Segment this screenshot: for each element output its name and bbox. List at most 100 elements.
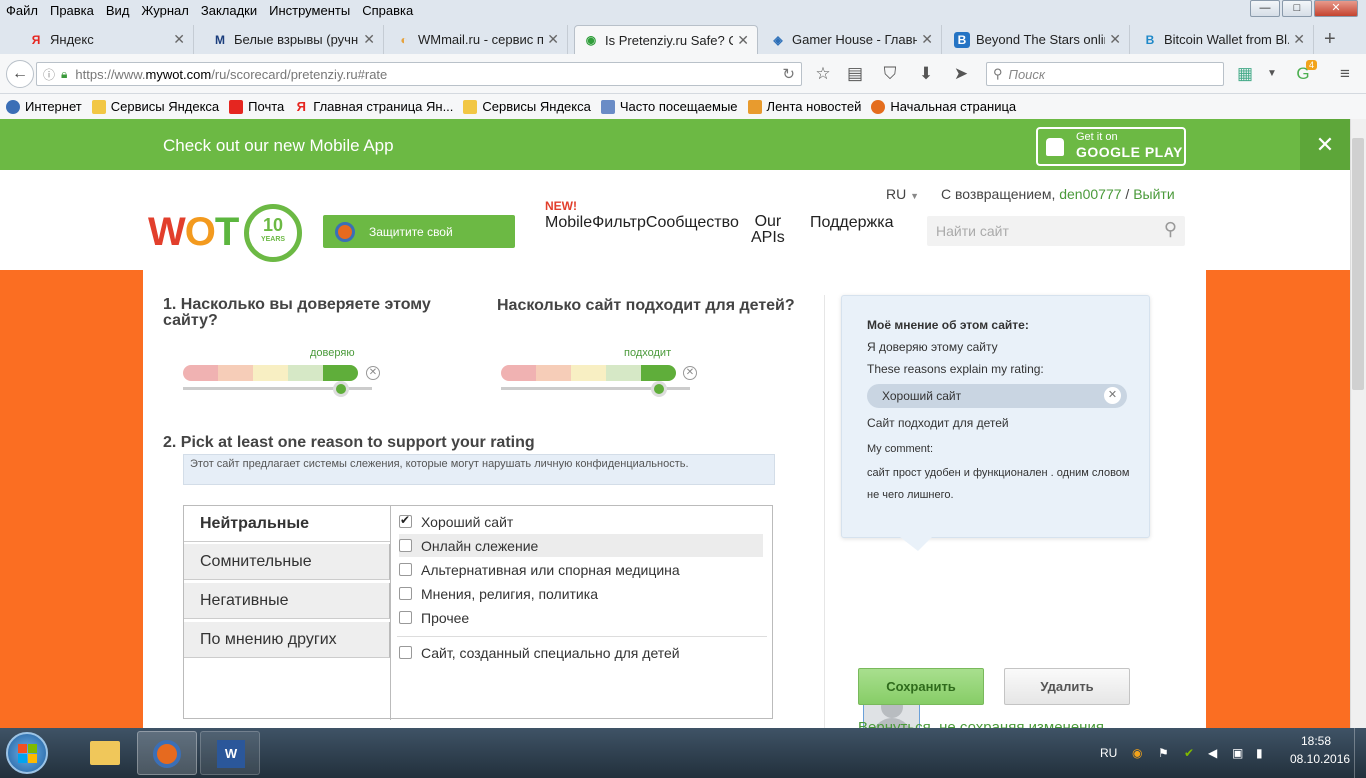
nav-support[interactable]: Поддержка <box>810 214 893 232</box>
close-window-button[interactable]: ✕ <box>1314 0 1358 17</box>
url-bar[interactable]: ⓘ 🔒︎ https://www. mywot.com/ru/scorecard/… <box>36 62 802 86</box>
child-seg-excellent[interactable] <box>641 365 676 381</box>
username-link[interactable]: den00777 <box>1059 186 1121 202</box>
reason-kids-site[interactable]: Сайт, созданный специально для детей <box>399 641 763 664</box>
tab-bitcoin-wallet[interactable]: B Bitcoin Wallet from Bl... ✕ <box>1134 25 1314 54</box>
bookmark-yandex-services[interactable]: Сервисы Яндекса <box>91 99 219 114</box>
show-desktop-button[interactable] <box>1354 728 1366 778</box>
clear-child-icon[interactable]: ✕ <box>683 366 697 380</box>
remove-tag-icon[interactable]: ✕ <box>1104 387 1121 404</box>
bookmark-star-icon[interactable]: ☆ <box>813 64 833 84</box>
clear-trust-icon[interactable]: ✕ <box>366 366 380 380</box>
tab-yandex[interactable]: Я Яндекс ✕ <box>20 25 194 54</box>
device-icon[interactable]: ▣ <box>1232 746 1243 760</box>
wot-logo[interactable]: WOT <box>148 210 239 255</box>
scrollbar-thumb[interactable] <box>1352 138 1364 390</box>
child-seg-very-poor[interactable] <box>501 365 536 381</box>
extension-icon[interactable]: ▦ <box>1235 64 1255 84</box>
category-others-opinion[interactable]: По мнению других <box>184 622 390 658</box>
nav-community[interactable]: Сообщество <box>646 214 739 231</box>
checkbox[interactable] <box>399 646 412 659</box>
close-tab-icon[interactable]: ✕ <box>173 31 185 48</box>
child-seg-unsatisfactory[interactable] <box>571 365 606 381</box>
back-arrow-icon[interactable]: ← <box>6 60 34 88</box>
child-rating-bar[interactable] <box>501 365 676 381</box>
hamburger-menu-icon[interactable]: ≡ <box>1335 64 1355 84</box>
network-icon[interactable]: ▮ <box>1256 746 1263 760</box>
search-icon[interactable]: ⚲ <box>1164 219 1177 240</box>
reason-alternative-medicine[interactable]: Альтернативная или спорная медицина <box>399 558 763 581</box>
protect-button[interactable]: Защитите свой <box>323 215 515 248</box>
save-button[interactable]: Сохранить <box>858 668 984 705</box>
tab-pretenziy-active[interactable]: ◉ Is Pretenziy.ru Safe? C... ✕ <box>574 25 758 54</box>
reason-other[interactable]: Прочее <box>399 606 763 629</box>
category-neutral[interactable]: Нейтральные <box>184 506 390 542</box>
close-tab-icon[interactable]: ✕ <box>1109 31 1121 48</box>
reason-good-site[interactable]: Хороший сайт <box>399 510 763 533</box>
new-tab-icon[interactable]: + <box>1324 28 1336 51</box>
bookmark-internet[interactable]: Интернет <box>6 99 82 114</box>
close-tab-icon[interactable]: ✕ <box>737 32 749 49</box>
category-negative[interactable]: Негативные <box>184 583 390 619</box>
clock[interactable]: 18:58 08.10.2016 <box>1290 734 1350 766</box>
close-promo-button[interactable]: ✕ <box>1300 119 1350 170</box>
menu-file[interactable]: Файл <box>0 3 44 18</box>
checkbox[interactable] <box>399 539 412 552</box>
minimize-button[interactable]: — <box>1250 0 1280 17</box>
delete-button[interactable]: Удалить <box>1004 668 1130 705</box>
tab-white-explosions[interactable]: M Белые взрывы (ручн... ✕ <box>204 25 384 54</box>
child-slider-handle[interactable] <box>651 381 667 397</box>
google-play-button[interactable]: Get it on GOOGLE PLAY <box>1036 127 1186 166</box>
start-button[interactable] <box>6 732 48 774</box>
close-tab-icon[interactable]: ✕ <box>547 31 559 48</box>
info-icon[interactable]: ⓘ <box>43 66 55 83</box>
site-search-input[interactable]: Найти сайт ⚲ <box>927 216 1185 246</box>
menu-history[interactable]: Журнал <box>135 3 194 18</box>
checkbox[interactable] <box>399 611 412 624</box>
dropdown-arrow-icon[interactable]: ▼ <box>1262 64 1282 84</box>
download-icon[interactable]: ⬇ <box>916 64 936 84</box>
action-center-icon[interactable]: ⚑ <box>1158 746 1169 760</box>
tab-beyond-the-stars[interactable]: B Beyond The Stars online ✕ <box>946 25 1130 54</box>
bookmark-mail[interactable]: Почта <box>229 99 284 114</box>
child-seg-good[interactable] <box>606 365 641 381</box>
trust-seg-good[interactable] <box>288 365 323 381</box>
reason-online-tracking[interactable]: Онлайн слежение <box>399 534 763 557</box>
trust-seg-poor[interactable] <box>218 365 253 381</box>
tray-app-icon[interactable]: ◉ <box>1132 746 1142 760</box>
menu-edit[interactable]: Правка <box>44 3 100 18</box>
trust-seg-very-poor[interactable] <box>183 365 218 381</box>
discard-changes-link[interactable]: Вернуться, не сохраняя изменения <box>858 719 1104 728</box>
bookmark-yandex-home[interactable]: Я Главная страница Ян... <box>294 99 454 114</box>
category-questionable[interactable]: Сомнительные <box>184 544 390 580</box>
language-selector[interactable]: RU ▼ <box>886 186 919 202</box>
browser-search-input[interactable]: ⚲ Поиск <box>986 62 1224 86</box>
bookmark-start-page[interactable]: Начальная страница <box>871 99 1016 114</box>
close-tab-icon[interactable]: ✕ <box>921 31 933 48</box>
menu-view[interactable]: Вид <box>100 3 136 18</box>
volume-icon[interactable]: ◀ <box>1208 746 1217 760</box>
checkbox[interactable] <box>399 587 412 600</box>
nav-filter[interactable]: Фильтр <box>592 214 646 231</box>
menu-tools[interactable]: Инструменты <box>263 3 356 18</box>
child-seg-poor[interactable] <box>536 365 571 381</box>
reading-list-icon[interactable]: ▤ <box>845 64 865 84</box>
trust-slider-handle[interactable] <box>333 381 349 397</box>
bookmark-most-visited[interactable]: Часто посещаемые <box>600 99 738 114</box>
close-tab-icon[interactable]: ✕ <box>363 31 375 48</box>
language-indicator[interactable]: RU <box>1100 746 1117 760</box>
trust-seg-unsatisfactory[interactable] <box>253 365 288 381</box>
menu-bookmarks[interactable]: Закладки <box>195 3 263 18</box>
trust-seg-excellent[interactable] <box>323 365 358 381</box>
trust-rating-bar[interactable] <box>183 365 358 381</box>
close-tab-icon[interactable]: ✕ <box>1293 31 1305 48</box>
checkbox-checked[interactable] <box>399 513 412 528</box>
maximize-button[interactable]: □ <box>1282 0 1312 17</box>
tab-gamer-house[interactable]: ◈ Gamer House - Главн... ✕ <box>762 25 942 54</box>
nav-apis[interactable]: Our APIs <box>751 214 785 246</box>
reload-icon[interactable]: ↻ <box>782 65 795 83</box>
taskbar-explorer[interactable] <box>74 731 134 775</box>
menu-help[interactable]: Справка <box>356 3 419 18</box>
taskbar-firefox[interactable] <box>137 731 197 775</box>
reason-opinions-religion-politics[interactable]: Мнения, религия, политика <box>399 582 763 605</box>
